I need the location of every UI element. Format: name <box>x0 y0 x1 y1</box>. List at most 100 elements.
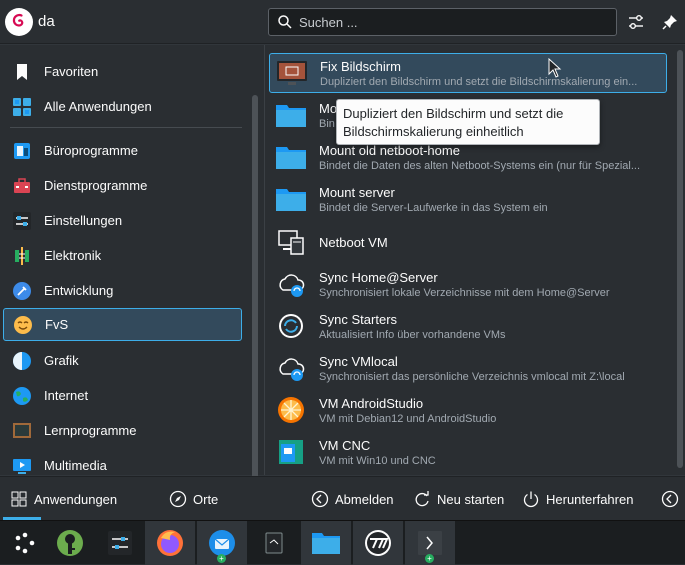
sidebar-item-label: Internet <box>44 388 89 403</box>
cnc-icon <box>275 436 307 468</box>
sidebar-item-label: Multimedia <box>44 458 107 473</box>
folder-icon <box>275 141 307 173</box>
app-title: Mount server <box>319 184 395 200</box>
more-session-button[interactable] <box>661 477 685 521</box>
sidebar-divider <box>10 127 242 128</box>
task-firefox[interactable] <box>145 521 195 565</box>
app-item-sync-starters[interactable]: Sync Starters Aktualisiert Info über vor… <box>269 306 667 346</box>
app-title: Sync Starters <box>319 311 398 327</box>
debian-swirl-icon <box>12 13 24 27</box>
app-title: Fix Bildschirm <box>320 58 401 74</box>
electronics-icon <box>11 245 33 267</box>
app-description: VM mit Debian12 und AndroidStudio <box>319 412 497 425</box>
app-title: VM AndroidStudio <box>319 395 424 411</box>
notification-badge: + <box>217 554 226 563</box>
sidebar-item-fvs[interactable]: FvS <box>3 308 242 341</box>
power-icon <box>522 490 540 508</box>
avatar[interactable] <box>5 8 33 36</box>
sidebar-item-label: Entwicklung <box>44 283 114 298</box>
tab-orte[interactable]: Orte <box>169 477 218 521</box>
task-terminal[interactable]: + <box>405 521 455 565</box>
app-description: VM mit Win10 und CNC <box>319 454 436 467</box>
globe-icon <box>11 385 33 407</box>
app-item-fix-bildschirm[interactable]: Fix Bildschirm Dupliziert den Bildschirm… <box>269 53 667 93</box>
tab-anwendungen[interactable]: Anwendungen <box>10 477 117 521</box>
logout-button[interactable]: Abmelden <box>311 477 394 521</box>
cloud-sync-icon <box>275 268 307 300</box>
office-icon <box>11 140 33 162</box>
task-app-launcher[interactable] <box>0 521 50 565</box>
folder-icon <box>275 183 307 215</box>
app-description: Synchronisiert das persönliche Verzeichn… <box>319 370 625 383</box>
task-document[interactable] <box>249 521 299 565</box>
launcher-footer: Anwendungen Orte Abmelden Neu starten He… <box>0 476 685 520</box>
search-icon <box>278 15 292 29</box>
network-computer-icon <box>275 226 307 258</box>
app-item-netboot-vm[interactable]: Netboot VM <box>269 222 667 262</box>
grid-icon <box>10 490 28 508</box>
sidebar-item-dienstprogramme[interactable]: Dienstprogramme <box>3 169 242 202</box>
app-title: Sync VMlocal <box>319 353 398 369</box>
sidebar-item-lernprogramme[interactable]: Lernprogramme <box>3 414 242 447</box>
tab-label: Anwendungen <box>34 491 118 507</box>
application-launcher: da Suchen ... Favoriten Alle Anwendungen… <box>0 0 685 520</box>
task-thunderbird[interactable]: + <box>197 521 247 565</box>
graphics-icon <box>11 350 33 372</box>
sidebar-item-einstellungen[interactable]: Einstellungen <box>3 204 242 237</box>
toolbox-icon <box>11 175 33 197</box>
sidebar-scrollbar[interactable] <box>252 95 258 513</box>
app-title: Netboot VM <box>319 234 388 250</box>
logout-icon <box>311 490 329 508</box>
blackboard-icon <box>11 420 33 442</box>
task-typora[interactable] <box>353 521 403 565</box>
sidebar-item-alle-anwendungen[interactable]: Alle Anwendungen <box>3 90 242 123</box>
typora-icon <box>365 530 391 556</box>
username: da <box>38 13 55 30</box>
button-label: Neu starten <box>437 491 505 507</box>
document-icon <box>265 532 283 554</box>
sidebar-item-favoriten[interactable]: Favoriten <box>3 55 242 88</box>
task-keepassxc[interactable] <box>45 521 95 565</box>
app-item-vm-androidstudio[interactable]: VM AndroidStudio VM mit Debian12 und And… <box>269 390 667 430</box>
task-file-manager[interactable] <box>301 521 351 565</box>
terminal-icon <box>418 531 442 555</box>
app-item-vm-cnc[interactable]: VM CNC VM mit Win10 und CNC <box>269 432 667 472</box>
shutdown-button[interactable]: Herunterfahren <box>522 477 633 521</box>
content-scrollbar[interactable] <box>677 50 683 468</box>
sync-icon <box>275 310 307 342</box>
restart-button[interactable]: Neu starten <box>413 477 504 521</box>
category-sidebar: Favoriten Alle Anwendungen Büroprogramme <box>0 45 265 513</box>
bookmark-icon <box>11 61 33 83</box>
tab-label: Orte <box>193 491 219 507</box>
app-item-mount-server[interactable]: Mount server Bindet die Server-Laufwerke… <box>269 179 667 219</box>
keepassxc-icon <box>57 530 83 556</box>
grid-icon <box>11 96 33 118</box>
app-item-sync-home-server[interactable]: Sync Home@Server Synchronisiert lokale V… <box>269 264 667 304</box>
app-item-sync-vmlocal[interactable]: Sync VMlocal Synchronisiert das persönli… <box>269 348 667 388</box>
sidebar-item-bueroprogramme[interactable]: Büroprogramme <box>3 134 242 167</box>
sidebar-item-label: Alle Anwendungen <box>44 99 152 114</box>
sidebar-item-entwicklung[interactable]: Entwicklung <box>3 274 242 307</box>
multimedia-icon <box>11 455 33 477</box>
configure-button[interactable] <box>626 12 646 32</box>
sidebar-item-label: Lernprogramme <box>44 423 137 438</box>
restart-icon <box>413 490 431 508</box>
search-box[interactable] <box>268 8 617 36</box>
sidebar-item-label: Favoriten <box>44 64 99 79</box>
search-input[interactable] <box>299 14 599 30</box>
sidebar-item-internet[interactable]: Internet <box>3 379 242 412</box>
orange-slice-icon <box>275 394 307 426</box>
development-icon <box>11 280 33 302</box>
settings-icon <box>108 531 132 555</box>
task-settings[interactable] <box>95 521 145 565</box>
taskbar: + + <box>0 520 685 565</box>
pin-button[interactable] <box>660 12 680 32</box>
app-description: Bindet die Server-Laufwerke in das Syste… <box>319 201 548 214</box>
sidebar-item-label: Dienstprogramme <box>44 178 148 193</box>
folder-icon <box>312 533 340 554</box>
sidebar-item-grafik[interactable]: Grafik <box>3 344 242 377</box>
sidebar-item-elektronik[interactable]: Elektronik <box>3 239 242 272</box>
folder-icon <box>275 99 307 131</box>
notification-badge: + <box>425 554 434 563</box>
button-label: Abmelden <box>335 491 394 507</box>
